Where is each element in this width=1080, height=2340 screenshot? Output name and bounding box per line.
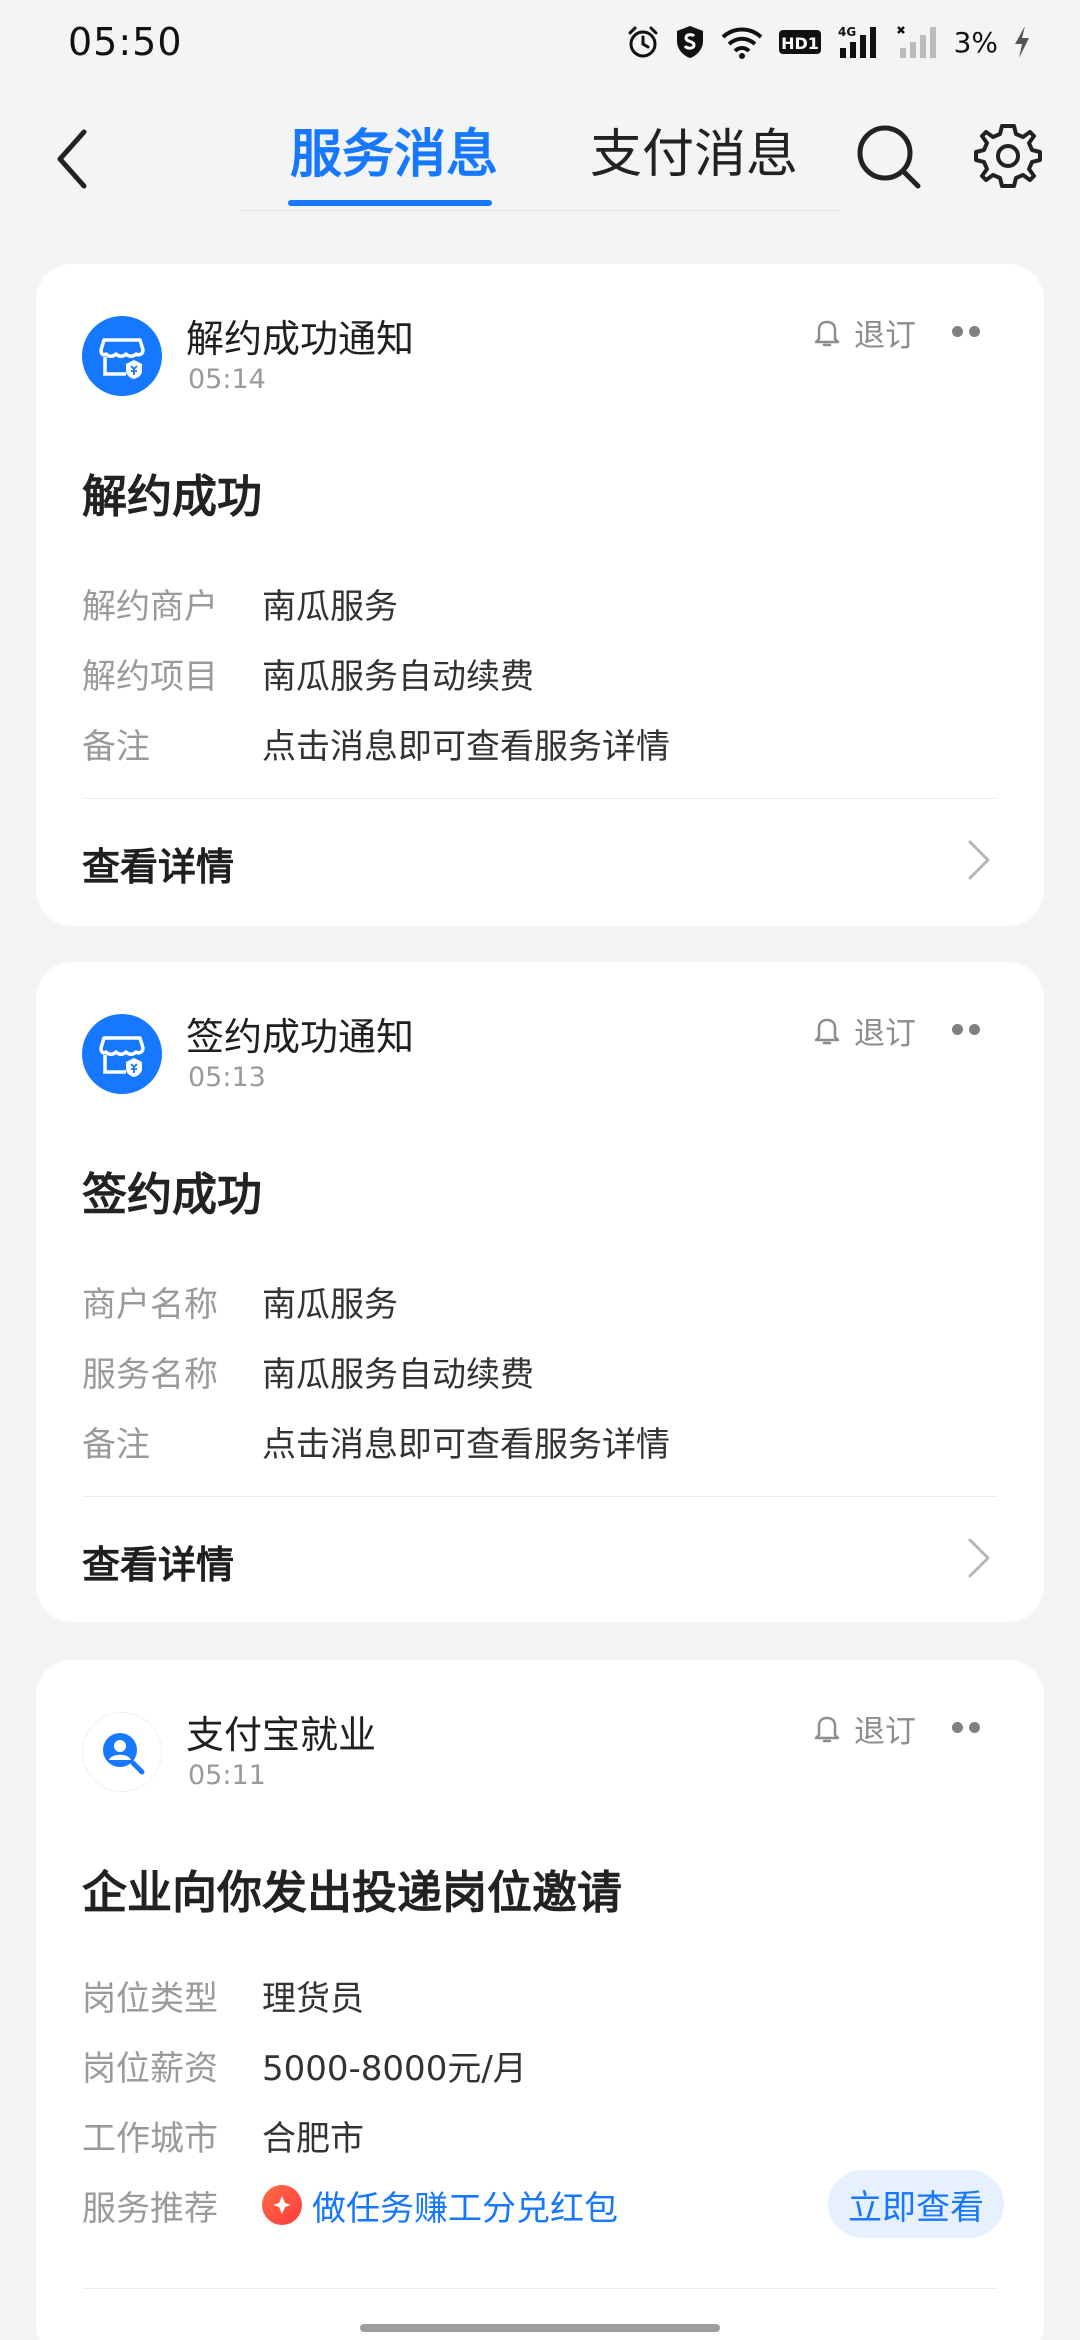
field-row: 备注 点击消息即可查看服务详情 bbox=[82, 708, 1002, 778]
message-card-subscribe[interactable]: 签约成功通知 05:13 退订 签约成功 商户名称 南瓜服务 服务名称 南瓜服务… bbox=[36, 962, 1044, 1622]
field-value: 南瓜服务自动续费 bbox=[262, 1354, 534, 1395]
more-icon[interactable] bbox=[952, 326, 982, 338]
field-value: 合肥市 bbox=[262, 2118, 364, 2159]
bell-icon bbox=[814, 320, 840, 346]
signal-no-sim-icon bbox=[896, 26, 936, 58]
svg-text:4G: 4G bbox=[838, 25, 856, 39]
merchant-service-avatar bbox=[82, 1014, 162, 1094]
field-label: 备注 bbox=[82, 726, 150, 767]
unsubscribe-label: 退订 bbox=[854, 318, 916, 354]
field-row: 商户名称 南瓜服务 bbox=[82, 1266, 1002, 1336]
unsubscribe-label: 退订 bbox=[854, 1016, 916, 1052]
field-value: 南瓜服务自动续费 bbox=[262, 656, 534, 697]
field-value: 5000-8000元/月 bbox=[262, 2048, 527, 2089]
unsubscribe-button[interactable]: 退订 bbox=[812, 1008, 916, 1053]
battery-percent: 3% bbox=[953, 25, 998, 59]
field-label: 商户名称 bbox=[82, 1284, 218, 1325]
field-row: 解约项目 南瓜服务自动续费 bbox=[82, 638, 1002, 708]
view-details-button[interactable]: 查看详情 bbox=[82, 836, 234, 891]
field-value: 南瓜服务 bbox=[262, 1284, 398, 1325]
status-icons: HD1 4G 3% bbox=[626, 24, 1032, 60]
message-fields: 解约商户 南瓜服务 解约项目 南瓜服务自动续费 备注 点击消息即可查看服务详情 bbox=[82, 568, 1002, 778]
card-divider bbox=[82, 2288, 998, 2289]
wifi-icon bbox=[721, 27, 762, 59]
svg-text:HD1: HD1 bbox=[781, 34, 819, 53]
field-row: 岗位薪资 5000-8000元/月 bbox=[82, 2030, 1002, 2100]
card-divider bbox=[82, 1496, 998, 1497]
field-value: 南瓜服务 bbox=[262, 586, 398, 627]
field-row: 岗位类型 理货员 bbox=[82, 1960, 1002, 2030]
status-bar: 05:50 HD1 4G 3% bbox=[0, 0, 1080, 84]
message-time: 05:11 bbox=[188, 1760, 266, 1791]
alarm-icon bbox=[628, 26, 658, 58]
message-title: 解约成功 bbox=[82, 470, 263, 523]
field-row: 服务名称 南瓜服务自动续费 bbox=[82, 1336, 1002, 1406]
status-time: 05:50 bbox=[68, 20, 183, 64]
person-search-icon bbox=[103, 1733, 145, 1775]
tab-payment-messages[interactable]: 支付消息 bbox=[590, 112, 798, 187]
bell-icon bbox=[814, 1018, 840, 1044]
promo-icon bbox=[262, 2185, 302, 2225]
more-icon[interactable] bbox=[952, 1024, 982, 1036]
view-details-button[interactable]: 查看详情 bbox=[82, 1534, 234, 1589]
sender-name: 支付宝就业 bbox=[186, 1713, 377, 1757]
sender-name: 签约成功通知 bbox=[186, 1015, 415, 1059]
gear-icon[interactable] bbox=[974, 122, 1042, 190]
field-label: 备注 bbox=[82, 1424, 150, 1465]
unsubscribe-button[interactable]: 退订 bbox=[812, 310, 916, 355]
message-card-employment[interactable]: 支付宝就业 05:11 退订 企业向你发出投递岗位邀请 岗位类型 理货员 岗位薪… bbox=[36, 1660, 1044, 2340]
merchant-service-avatar bbox=[82, 316, 162, 396]
field-label: 岗位薪资 bbox=[82, 2048, 218, 2089]
search-icon[interactable] bbox=[852, 120, 924, 192]
back-icon[interactable] bbox=[48, 124, 98, 194]
field-label: 工作城市 bbox=[82, 2118, 218, 2159]
bell-icon bbox=[814, 1716, 840, 1742]
message-title: 企业向你发出投递岗位邀请 bbox=[82, 1866, 623, 1919]
card-divider bbox=[82, 798, 998, 799]
unsubscribe-label: 退订 bbox=[854, 1714, 916, 1750]
message-card-unsubscribe[interactable]: 解约成功通知 05:14 退订 解约成功 解约商户 南瓜服务 解约项目 南瓜服务… bbox=[36, 264, 1044, 926]
field-label: 解约项目 bbox=[82, 656, 218, 697]
hd-icon: HD1 bbox=[778, 30, 821, 54]
active-tab-indicator bbox=[288, 200, 492, 206]
field-label: 服务推荐 bbox=[82, 2188, 218, 2229]
field-label: 岗位类型 bbox=[82, 1978, 218, 2019]
message-fields: 商户名称 南瓜服务 服务名称 南瓜服务自动续费 备注 点击消息即可查看服务详情 bbox=[82, 1266, 1002, 1476]
field-value: 点击消息即可查看服务详情 bbox=[262, 726, 670, 767]
chevron-right-icon bbox=[968, 1538, 990, 1578]
field-row: 工作城市 合肥市 bbox=[82, 2100, 1002, 2170]
sender-name: 解约成功通知 bbox=[186, 317, 415, 361]
field-value: 理货员 bbox=[262, 1978, 364, 2019]
field-label: 解约商户 bbox=[82, 586, 218, 627]
charging-icon bbox=[1015, 26, 1029, 58]
tab-service-messages[interactable]: 服务消息 bbox=[290, 112, 498, 187]
employment-avatar bbox=[82, 1712, 162, 1792]
message-time: 05:14 bbox=[188, 364, 266, 395]
tab-divider bbox=[240, 210, 840, 211]
message-time: 05:13 bbox=[188, 1062, 266, 1093]
home-indicator[interactable] bbox=[360, 2324, 720, 2332]
message-title: 签约成功 bbox=[82, 1168, 263, 1221]
store-icon bbox=[99, 1036, 145, 1077]
promo-link[interactable]: 做任务赚工分兑红包 bbox=[262, 2181, 618, 2230]
field-label: 服务名称 bbox=[82, 1354, 218, 1395]
shield-s-icon bbox=[676, 26, 703, 58]
more-icon[interactable] bbox=[952, 1722, 982, 1734]
unsubscribe-button[interactable]: 退订 bbox=[812, 1706, 916, 1751]
signal-4g-icon: 4G bbox=[838, 25, 876, 58]
store-icon bbox=[99, 338, 145, 379]
promo-text: 做任务赚工分兑红包 bbox=[312, 2188, 618, 2229]
field-row: 解约商户 南瓜服务 bbox=[82, 568, 1002, 638]
chevron-right-icon bbox=[968, 840, 990, 880]
field-value: 点击消息即可查看服务详情 bbox=[262, 1424, 670, 1465]
field-row: 备注 点击消息即可查看服务详情 bbox=[82, 1406, 1002, 1476]
header: 服务消息 支付消息 bbox=[0, 100, 1080, 220]
view-now-button[interactable]: 立即查看 bbox=[828, 2170, 1004, 2238]
